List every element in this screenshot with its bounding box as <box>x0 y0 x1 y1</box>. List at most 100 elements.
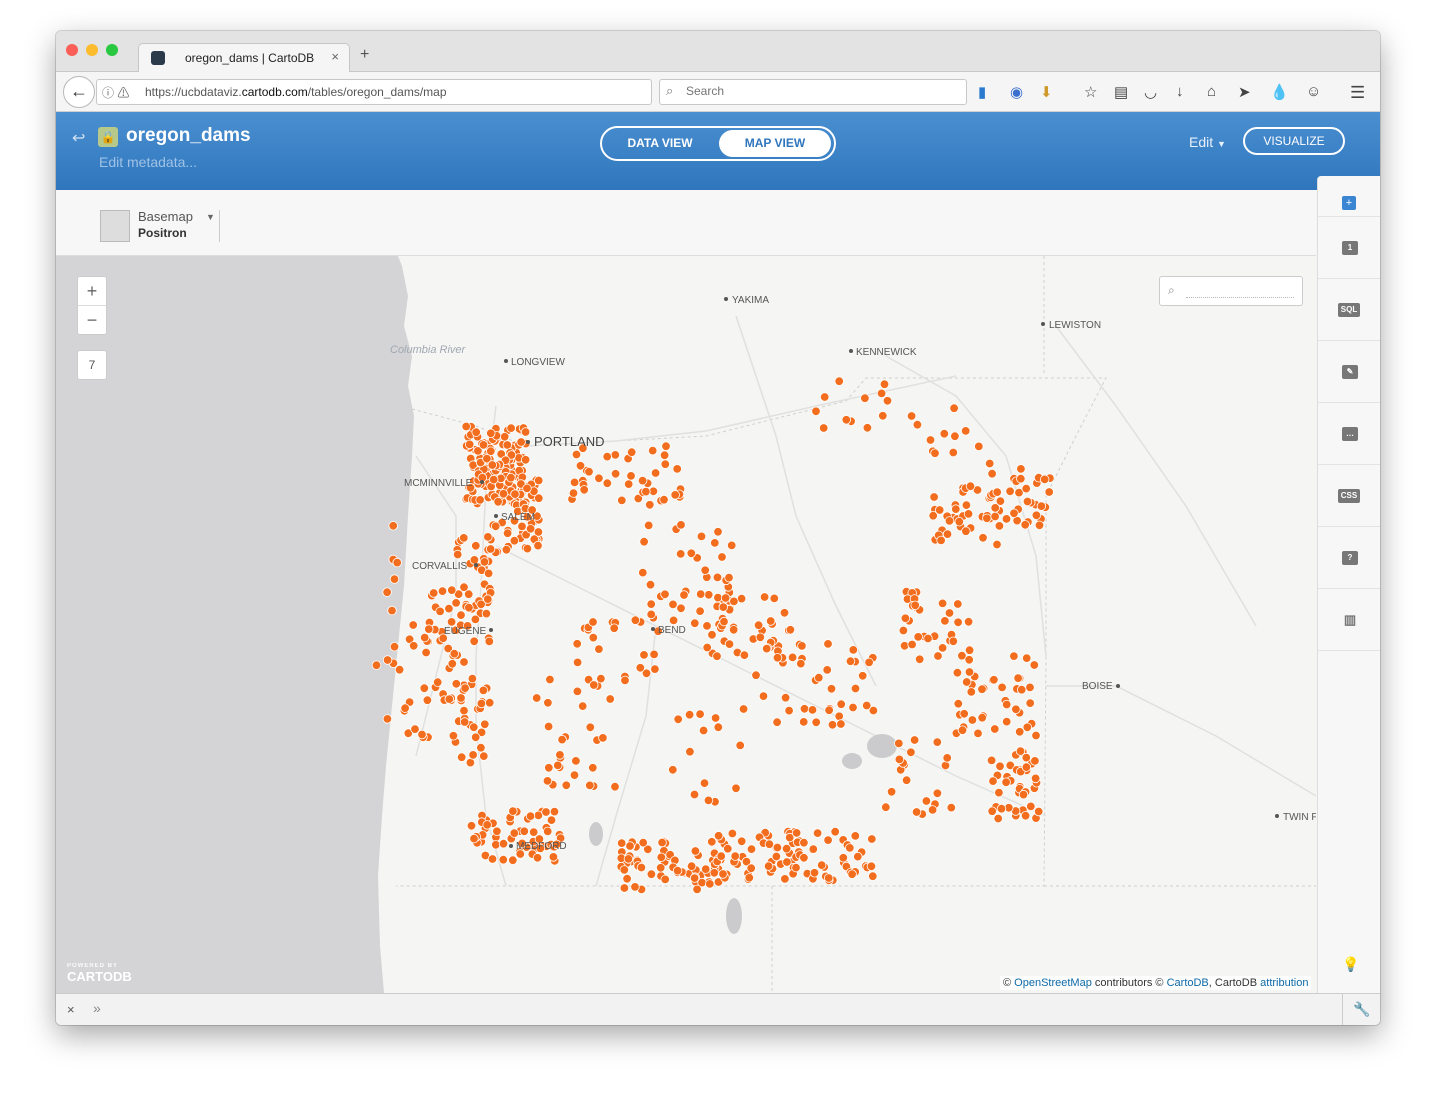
dam-point[interactable] <box>787 652 798 663</box>
dam-point[interactable] <box>1016 464 1026 474</box>
dam-point[interactable] <box>420 632 430 643</box>
dam-point[interactable] <box>630 615 641 625</box>
dam-point[interactable] <box>933 651 943 661</box>
dam-point[interactable] <box>480 719 490 730</box>
dam-point[interactable] <box>953 599 963 609</box>
dam-point[interactable] <box>668 765 678 775</box>
dam-point[interactable] <box>724 639 735 649</box>
dam-point[interactable] <box>1022 653 1032 663</box>
dam-point[interactable] <box>704 590 714 600</box>
lightbulb-icon[interactable]: 💡 <box>1342 956 1359 973</box>
dam-point[interactable] <box>946 802 957 813</box>
dam-point[interactable] <box>585 722 596 733</box>
dam-point[interactable] <box>622 874 632 884</box>
dam-point[interactable] <box>796 658 806 669</box>
dam-point[interactable] <box>710 538 720 548</box>
dam-point[interactable] <box>571 756 581 766</box>
dam-point[interactable] <box>772 717 782 727</box>
dam-point[interactable] <box>724 572 734 583</box>
openstreetmap-link[interactable]: OpenStreetMap <box>1014 977 1092 989</box>
dam-point[interactable] <box>571 449 582 460</box>
dam-point[interactable] <box>476 743 486 753</box>
dam-point[interactable] <box>850 683 861 694</box>
dam-point[interactable] <box>623 854 634 864</box>
dam-point[interactable] <box>911 807 922 817</box>
dam-point[interactable] <box>997 682 1007 693</box>
dam-point[interactable] <box>529 827 539 837</box>
dam-point[interactable] <box>932 788 943 799</box>
dam-point[interactable] <box>522 483 532 494</box>
dam-point[interactable] <box>668 599 678 610</box>
dam-point[interactable] <box>456 693 466 703</box>
dam-point[interactable] <box>448 731 459 741</box>
dam-point[interactable] <box>791 862 801 873</box>
dam-point[interactable] <box>489 474 499 485</box>
dam-point[interactable] <box>389 574 400 584</box>
data-view-button[interactable]: DATA VIEW <box>602 128 718 159</box>
dam-point[interactable] <box>686 861 697 871</box>
dam-point[interactable] <box>720 593 731 603</box>
dam-point[interactable] <box>967 715 978 725</box>
dam-point[interactable] <box>572 686 583 697</box>
dam-point[interactable] <box>657 837 667 848</box>
dam-point[interactable] <box>644 520 654 531</box>
dam-point[interactable] <box>619 883 630 893</box>
dam-point[interactable] <box>710 713 721 723</box>
dam-point[interactable] <box>894 754 905 765</box>
site-info-icon[interactable]: ⓘ ⚠ <box>102 84 129 101</box>
dam-point[interactable] <box>836 719 846 729</box>
dam-point[interactable] <box>845 843 855 853</box>
filters-item[interactable]: ▥ <box>1318 589 1380 651</box>
dam-point[interactable] <box>400 703 410 713</box>
dam-point[interactable] <box>569 770 580 780</box>
dam-point[interactable] <box>617 495 627 506</box>
dam-point[interactable] <box>517 521 527 532</box>
dam-point[interactable] <box>672 464 682 474</box>
dam-point[interactable] <box>641 486 651 497</box>
edit-menu[interactable]: Edit ▼ <box>1189 134 1226 150</box>
dam-point[interactable] <box>679 590 689 600</box>
dam-point[interactable] <box>501 545 512 555</box>
dam-point[interactable] <box>468 750 478 760</box>
dam-point[interactable] <box>502 440 513 450</box>
dam-point[interactable] <box>692 884 702 895</box>
dam-point[interactable] <box>532 693 542 703</box>
dam-point[interactable] <box>479 557 490 567</box>
dam-point[interactable] <box>389 642 400 652</box>
dam-point[interactable] <box>1001 777 1011 787</box>
dam-point[interactable] <box>936 535 946 546</box>
dam-point[interactable] <box>453 549 463 560</box>
dam-point[interactable] <box>989 675 999 685</box>
dam-point[interactable] <box>444 694 455 704</box>
dam-point[interactable] <box>1018 789 1029 800</box>
dam-point[interactable] <box>982 513 992 524</box>
dam-point[interactable] <box>709 868 720 878</box>
dam-point[interactable] <box>1015 746 1026 756</box>
dam-point[interactable] <box>449 649 460 659</box>
layer-item[interactable]: 1 <box>1318 217 1380 279</box>
dam-point[interactable] <box>469 555 480 565</box>
dam-point[interactable] <box>988 776 998 786</box>
dam-point[interactable] <box>964 645 975 655</box>
dam-point[interactable] <box>809 868 820 878</box>
dam-point[interactable] <box>491 521 501 532</box>
dam-point[interactable] <box>492 826 502 837</box>
dam-point[interactable] <box>939 428 950 439</box>
dam-point[interactable] <box>780 693 791 703</box>
dam-point[interactable] <box>545 674 555 685</box>
dam-point[interactable] <box>483 594 493 604</box>
dam-point[interactable] <box>510 489 520 499</box>
dam-point[interactable] <box>676 520 686 530</box>
dam-point[interactable] <box>729 625 739 635</box>
dam-point[interactable] <box>578 701 588 711</box>
dam-point[interactable] <box>596 673 606 684</box>
home-icon[interactable]: ⌂ <box>1207 83 1216 100</box>
dam-point[interactable] <box>965 481 976 491</box>
dam-point[interactable] <box>525 524 536 534</box>
dam-point[interactable] <box>937 598 948 609</box>
dam-point[interactable] <box>639 650 649 660</box>
dam-point[interactable] <box>1005 486 1015 497</box>
dam-point[interactable] <box>520 455 531 465</box>
dam-point[interactable] <box>744 873 755 883</box>
dam-point[interactable] <box>470 614 481 625</box>
